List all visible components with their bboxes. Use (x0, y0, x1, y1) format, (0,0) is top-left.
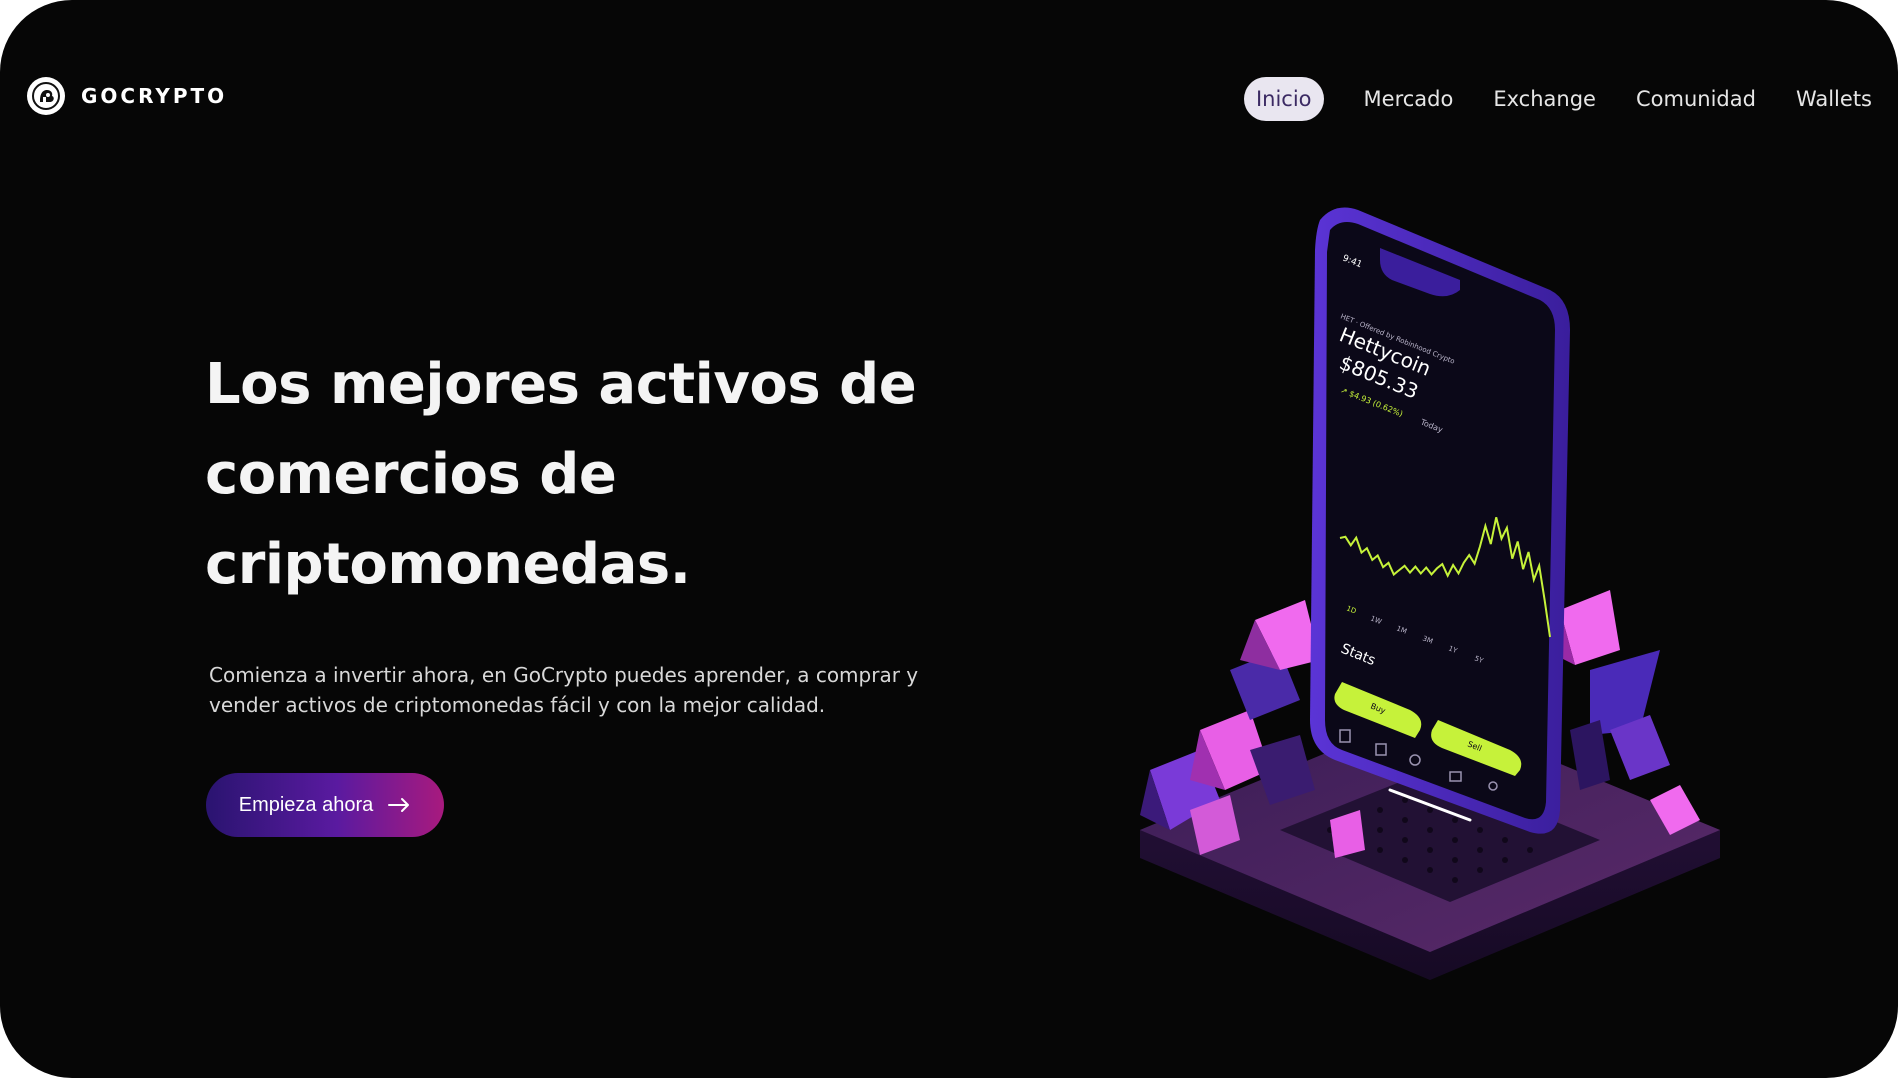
phone-illustration: 9:41 HET · Offered by Robinhood Crypto H… (1130, 190, 1750, 994)
hero-title: Los mejores activos de comercios de crip… (205, 340, 1005, 610)
nav-item-comunidad[interactable]: Comunidad (1636, 77, 1756, 121)
nav-item-wallets[interactable]: Wallets (1796, 77, 1872, 121)
hero-title-line-2: comercios de (205, 442, 617, 507)
brand-logo[interactable]: GOCRYPTO (27, 77, 227, 115)
brand-name: GOCRYPTO (81, 84, 228, 108)
start-now-button[interactable]: Empieza ahora (206, 773, 444, 837)
arrow-right-icon (387, 797, 411, 813)
nav-item-mercado[interactable]: Mercado (1364, 77, 1454, 121)
hero-description: Comienza a invertir ahora, en GoCrypto p… (209, 660, 949, 720)
start-now-label: Empieza ahora (238, 793, 374, 816)
hero-title-line-1: Los mejores activos de (205, 352, 917, 417)
nav-item-inicio[interactable]: Inicio (1243, 77, 1324, 121)
nav-item-exchange[interactable]: Exchange (1493, 77, 1596, 121)
phone-device: 9:41 HET · Offered by Robinhood Crypto H… (1310, 207, 1570, 834)
hero-title-line-3: criptomonedas. (205, 532, 691, 597)
main-nav: Inicio Mercado Exchange Comunidad Wallet… (1243, 77, 1872, 121)
hero-description-line-2: vender activos de criptomonedas fácil y … (209, 693, 826, 717)
page-frame: GOCRYPTO Inicio Mercado Exchange Comunid… (0, 0, 1898, 1078)
hero-description-line-1: Comienza a invertir ahora, en GoCrypto p… (209, 663, 919, 687)
bitcoin-logo-icon (27, 77, 65, 115)
